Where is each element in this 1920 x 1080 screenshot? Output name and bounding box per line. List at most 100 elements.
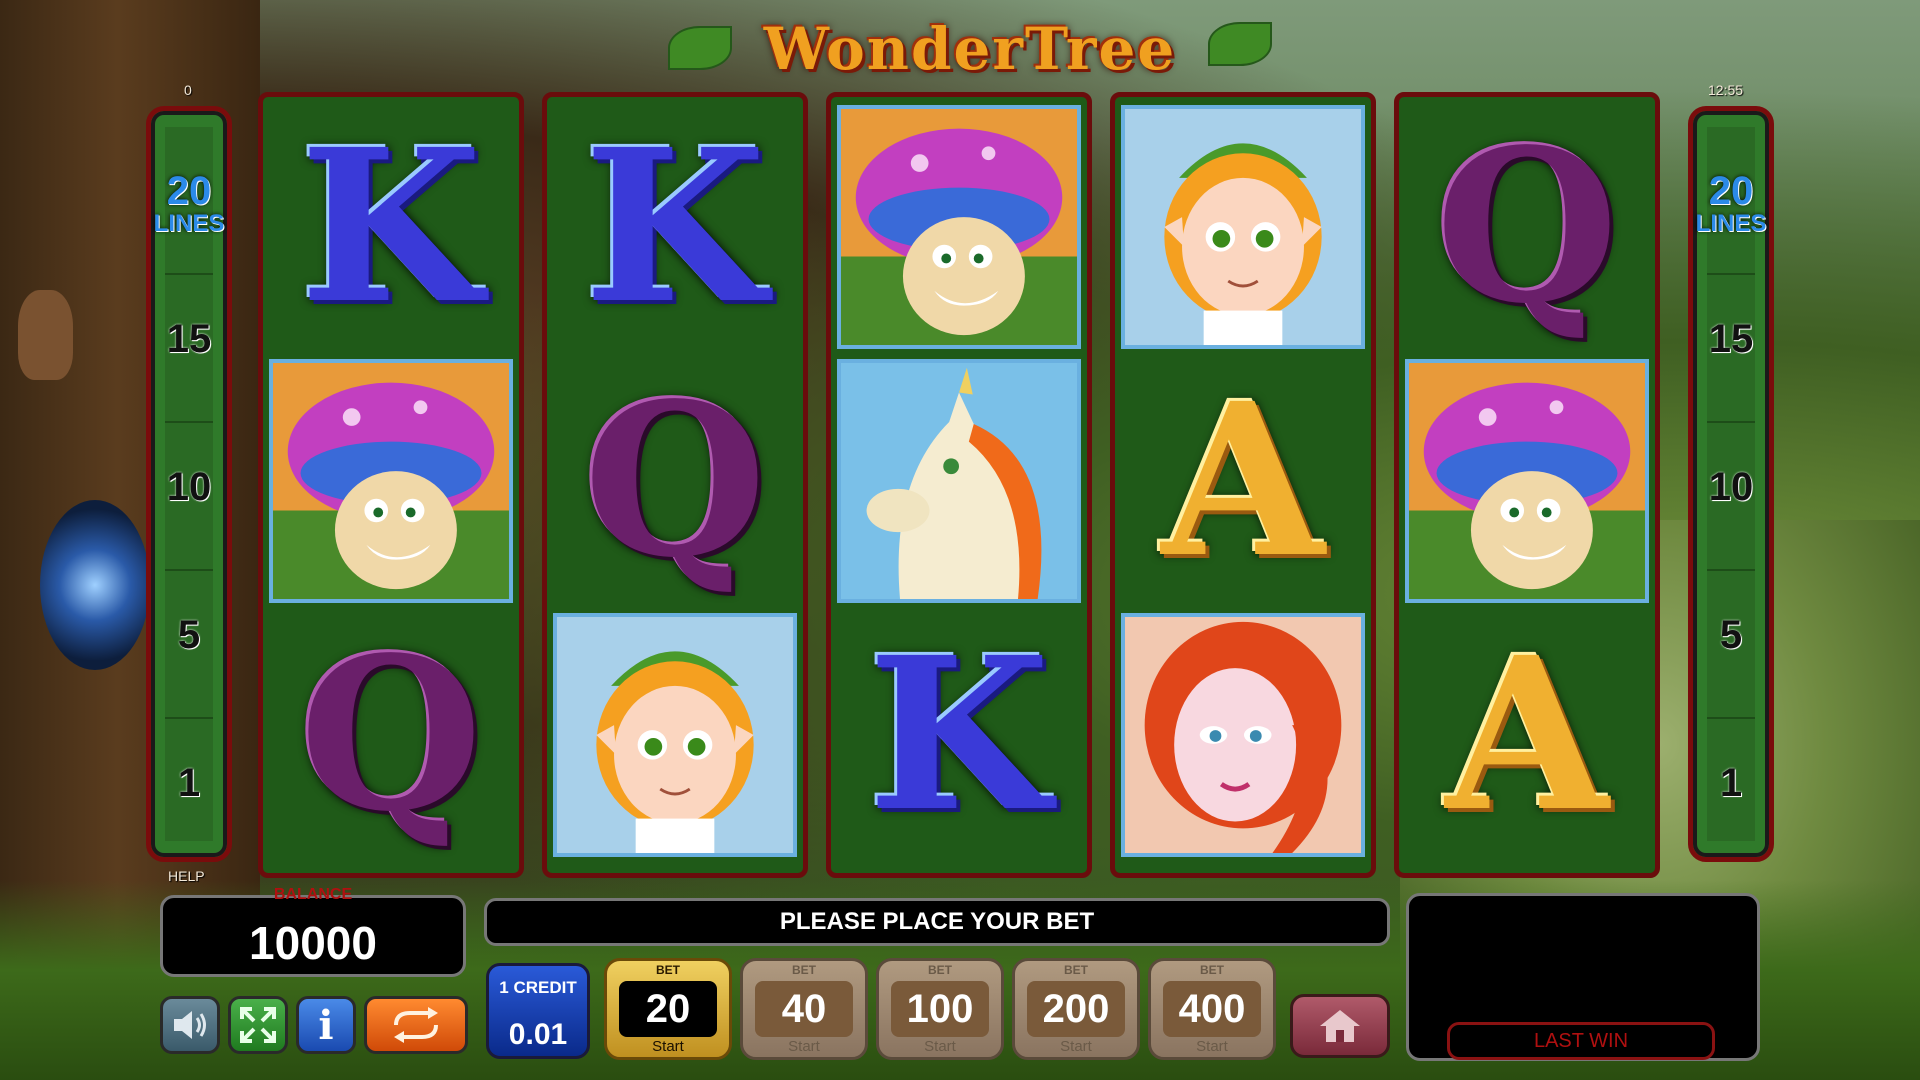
bet-top-label: BET	[1064, 963, 1088, 977]
reel-cell-a: A	[1121, 359, 1365, 603]
elf-boy-symbol-art	[557, 617, 793, 853]
background-tree-hollow	[40, 500, 150, 670]
payline-marker[interactable]: 15	[1693, 317, 1769, 362]
reel-cell-mushroom	[1405, 359, 1649, 603]
bet-button-100[interactable]: BET 100 Start	[876, 958, 1004, 1060]
background-squirrel	[18, 290, 73, 380]
reel-cell-red-haired-fairy	[1121, 613, 1365, 857]
right-paylines-column: 20 LINES 15 10 5 1	[1688, 106, 1774, 862]
bet-value: 40	[755, 981, 853, 1037]
unicorn-symbol-art	[841, 363, 1077, 599]
leaf-decoration	[1208, 22, 1272, 66]
autoplay-icon	[394, 1007, 438, 1043]
top-left-counter: 0	[184, 82, 192, 98]
reel-cell-mushroom	[837, 105, 1081, 349]
bet-top-label: BET	[792, 963, 816, 977]
credit-value-button[interactable]: 1 CREDIT 0.01	[486, 963, 590, 1059]
symbol-letter-q: Q	[583, 359, 767, 603]
info-icon: i	[318, 1001, 334, 1049]
reel-cell-a: A	[1405, 613, 1649, 857]
symbol-letter-k: K	[299, 105, 483, 349]
symbol-letter-k: K	[867, 613, 1051, 857]
credit-value: 0.01	[508, 1018, 568, 1051]
payline-marker[interactable]: 10	[151, 465, 227, 510]
balance-value: 10000	[249, 917, 377, 969]
leaf-decoration	[668, 26, 732, 70]
home-icon	[1320, 1010, 1360, 1042]
mushroom-symbol-art	[1409, 363, 1645, 599]
payline-marker[interactable]: 5	[151, 613, 227, 658]
bet-button-20[interactable]: BET 20 Start	[604, 958, 732, 1060]
lines-indicator[interactable]: 20 LINES	[1693, 171, 1769, 237]
left-paylines-column: 20 LINES 15 10 5 1	[146, 106, 232, 862]
symbol-letter-a: A	[1161, 359, 1325, 603]
reel-cell-q: Q	[269, 613, 513, 857]
bet-button-40[interactable]: BET 40 Start	[740, 958, 868, 1060]
game-title-logo: WonderTree	[660, 6, 1280, 92]
reel-4: A	[1110, 92, 1376, 878]
autoplay-button[interactable]	[364, 996, 468, 1054]
bet-value: 400	[1163, 981, 1261, 1037]
game-title: WonderTree	[763, 15, 1177, 83]
symbol-letter-q: Q	[1435, 105, 1619, 349]
symbol-letter-q: Q	[299, 613, 483, 857]
last-win-display: LAST WIN	[1406, 893, 1760, 1061]
payline-marker[interactable]: 5	[1693, 613, 1769, 658]
reel-cell-mushroom	[269, 359, 513, 603]
bet-button-400[interactable]: BET 400 Start	[1148, 958, 1276, 1060]
reel-3: K	[826, 92, 1092, 878]
bet-start-label: Start	[924, 1038, 956, 1055]
reel-cell-unicorn	[837, 359, 1081, 603]
message-text: PLEASE PLACE YOUR BET	[779, 908, 1095, 935]
payline-marker[interactable]: 1	[1693, 761, 1769, 806]
lines-label: LINES	[153, 210, 225, 237]
bet-start-label: Start	[1060, 1038, 1092, 1055]
lines-label: LINES	[1695, 210, 1767, 237]
reel-cell-q: Q	[1405, 105, 1649, 349]
message-bar: PLEASE PLACE YOUR BET	[484, 898, 1390, 946]
mushroom-symbol-art	[841, 109, 1077, 345]
home-button[interactable]	[1290, 994, 1390, 1058]
reel-cell-k: K	[553, 105, 797, 349]
payline-marker[interactable]: 10	[1693, 465, 1769, 510]
reel-cell-k: K	[837, 613, 1081, 857]
red-haired-fairy-symbol-art	[1125, 617, 1361, 853]
bet-value: 200	[1027, 981, 1125, 1037]
bet-button-200[interactable]: BET 200 Start	[1012, 958, 1140, 1060]
last-win-label: LAST WIN	[1447, 1022, 1715, 1060]
bet-value: 20	[619, 981, 717, 1037]
clock: 12:55	[1708, 82, 1744, 98]
help-label[interactable]: HELP	[168, 868, 205, 884]
reel-cell-elf-boy	[1121, 105, 1365, 349]
bet-top-label: BET	[1200, 963, 1224, 977]
reel-2: KQ	[542, 92, 808, 878]
bet-value: 100	[891, 981, 989, 1037]
mushroom-symbol-art	[273, 363, 509, 599]
reel-5: QA	[1394, 92, 1660, 878]
fullscreen-icon	[240, 1007, 276, 1043]
info-button[interactable]: i	[296, 996, 356, 1054]
payline-marker[interactable]: 15	[151, 317, 227, 362]
lines-count: 20	[166, 169, 212, 213]
reel-cell-k: K	[269, 105, 513, 349]
bet-start-label: Start	[788, 1038, 820, 1055]
balance-label: BALANCE	[273, 886, 353, 903]
bet-start-label: Start	[1196, 1038, 1228, 1055]
lines-count: 20	[1708, 169, 1754, 213]
elf-boy-symbol-art	[1125, 109, 1361, 345]
speaker-icon	[174, 1011, 206, 1039]
reel-cell-elf-boy	[553, 613, 797, 857]
sound-button[interactable]	[160, 996, 220, 1054]
reel-cell-q: Q	[553, 359, 797, 603]
symbol-letter-k: K	[583, 105, 767, 349]
fullscreen-button[interactable]	[228, 996, 288, 1054]
reel-1: KQ	[258, 92, 524, 878]
bet-start-label: Start	[652, 1038, 684, 1055]
payline-marker[interactable]: 1	[151, 761, 227, 806]
credit-label: 1 CREDIT	[499, 978, 577, 997]
bet-top-label: BET	[656, 963, 680, 977]
balance-display: BALANCE 10000	[160, 886, 466, 977]
bet-top-label: BET	[928, 963, 952, 977]
lines-indicator[interactable]: 20 LINES	[151, 171, 227, 237]
symbol-letter-a: A	[1445, 613, 1609, 857]
